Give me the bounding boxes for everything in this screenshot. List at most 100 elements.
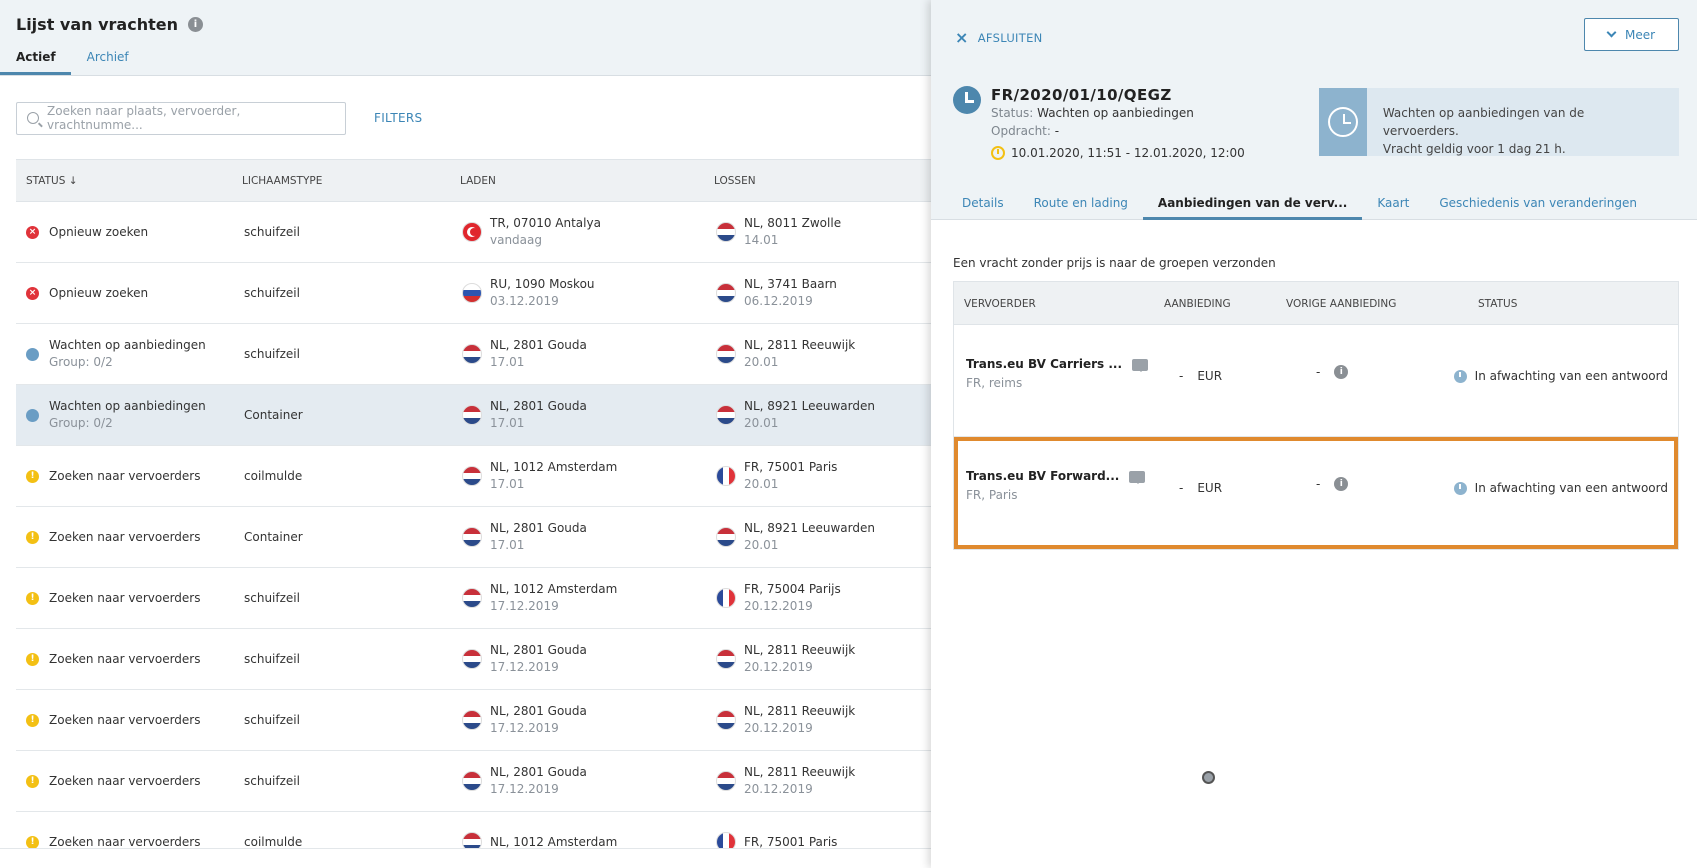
warning-icon: ! xyxy=(26,713,39,727)
more-button[interactable]: Meer xyxy=(1584,18,1679,51)
panel-header: × AFSLUITEN Meer FR/2020/01/10/QEGZ Stat… xyxy=(931,0,1697,220)
panel-tab-3[interactable]: Kaart xyxy=(1362,188,1424,220)
status-text: Wachten op aanbiedingen xyxy=(49,338,206,352)
unloading-date: 20.01 xyxy=(744,355,779,369)
body-type-cell: coilmulde xyxy=(244,469,303,483)
column-status[interactable]: STATUS ↓ xyxy=(26,175,78,187)
fr-flag-icon xyxy=(716,466,736,486)
table-row[interactable]: Wachten op aanbiedingen Group: 0/2 schui… xyxy=(16,324,931,385)
status-cell: ! Zoeken naar vervoerders xyxy=(26,690,200,750)
panel-tab-4[interactable]: Geschiedenis van veranderingen xyxy=(1424,188,1652,220)
previous-offer-value: - xyxy=(1316,477,1321,491)
loading-place: NL, 2801 Gouda xyxy=(490,521,587,535)
offers-header: VERVOERDER AANBIEDING VORIGE AANBIEDING … xyxy=(954,282,1678,325)
unloading-cell: NL, 8921 Leeuwarden 20.01 xyxy=(716,385,875,445)
offer-status: In afwachting van een antwoord xyxy=(1453,369,1668,383)
notice-icon-box xyxy=(1319,88,1367,156)
unloading-place: NL, 3741 Baarn xyxy=(744,277,837,291)
status-cell: ! Zoeken naar vervoerders xyxy=(26,568,200,628)
filters-button[interactable]: FILTERS xyxy=(374,111,422,125)
status-cell: ! Zoeken naar vervoerders xyxy=(26,751,200,811)
chat-icon[interactable] xyxy=(1132,358,1149,372)
table-row[interactable]: ! Zoeken naar vervoerders schuifzeil NL,… xyxy=(16,690,931,751)
offer-status: In afwachting van een antwoord xyxy=(1453,481,1668,495)
body-type-cell: schuifzeil xyxy=(244,225,300,239)
unloading-cell: NL, 3741 Baarn 06.12.2019 xyxy=(716,263,837,323)
close-button[interactable]: × AFSLUITEN xyxy=(955,28,1043,47)
list-footer xyxy=(0,848,931,868)
offer-row[interactable]: Trans.eu BV Carriers ... FR, reims - EUR… xyxy=(954,325,1678,437)
unloading-date: 20.01 xyxy=(744,477,779,491)
warning-icon: ! xyxy=(26,469,39,483)
unloading-place: FR, 75004 Parijs xyxy=(744,582,841,596)
column-loading: LADEN xyxy=(460,175,496,187)
status-cell: ! Zoeken naar vervoerders xyxy=(26,629,200,689)
clock-icon xyxy=(1453,369,1467,383)
tab-archive[interactable]: Archief xyxy=(71,50,145,75)
nl-flag-icon xyxy=(716,222,736,242)
panel-tab-1[interactable]: Route en lading xyxy=(1019,188,1143,220)
table-row[interactable]: ! Zoeken naar vervoerders coilmulde NL, … xyxy=(16,446,931,507)
loading-place: NL, 2801 Gouda xyxy=(490,765,587,779)
carrier-name[interactable]: Trans.eu BV Carriers ... xyxy=(966,355,1122,374)
tab-active[interactable]: Actief xyxy=(0,50,71,75)
cargo-status: Status: Wachten op aanbiedingen xyxy=(991,106,1194,120)
loading-date: vandaag xyxy=(490,233,543,247)
table-row[interactable]: ! Zoeken naar vervoerders schuifzeil NL,… xyxy=(16,568,931,629)
table-row[interactable]: Wachten op aanbiedingen Group: 0/2 Conta… xyxy=(16,385,931,446)
search-icon xyxy=(27,112,39,124)
nl-flag-icon xyxy=(462,405,482,425)
notice-line-1: Wachten op aanbiedingen van de vervoerde… xyxy=(1382,106,1585,138)
info-icon[interactable]: i xyxy=(187,16,203,32)
body-type-cell: schuifzeil xyxy=(244,591,300,605)
unloading-place: NL, 8921 Leeuwarden xyxy=(744,399,875,413)
loading-place: TR, 07010 Antalya xyxy=(490,216,601,230)
carrier-location: FR, Paris xyxy=(966,488,1018,502)
unloading-cell: NL, 2811 Reeuwijk 20.12.2019 xyxy=(716,690,855,750)
panel-tab-2[interactable]: Aanbiedingen van de verv... xyxy=(1142,188,1363,220)
status-text: Zoeken naar vervoerders xyxy=(49,468,201,483)
offer-status-text: In afwachting van een antwoord xyxy=(1474,369,1668,383)
loading-date: 03.12.2019 xyxy=(490,294,559,308)
loading-cell: NL, 2801 Gouda 17.12.2019 xyxy=(462,751,587,811)
loading-cell: TR, 07010 Antalya vandaag xyxy=(462,202,601,262)
previous-offer-cell: - i xyxy=(1316,365,1349,379)
loading-place: NL, 2801 Gouda xyxy=(490,338,587,352)
loading-place: RU, 1090 Moskou xyxy=(490,277,595,291)
offers-section: Een vracht zonder prijs is naar de groep… xyxy=(953,220,1679,550)
table-row[interactable]: × Opnieuw zoeken schuifzeil TR, 07010 An… xyxy=(16,202,931,263)
unloading-place: NL, 8011 Zwolle xyxy=(744,216,842,230)
table-header: STATUS ↓ LICHAAMSTYPE LADEN LOSSEN xyxy=(16,159,931,202)
offer-row[interactable]: Trans.eu BV Forward... FR, Paris - EUR -… xyxy=(954,437,1678,549)
column-offer: AANBIEDING xyxy=(1164,298,1231,310)
search-placeholder: Zoeken naar plaats, vervoerder, vrachtnu… xyxy=(47,104,241,132)
info-icon[interactable]: i xyxy=(1334,477,1349,491)
unloading-date: 20.01 xyxy=(744,416,779,430)
unloading-cell: FR, 75004 Parijs 20.12.2019 xyxy=(716,568,841,628)
loading-cell: RU, 1090 Moskou 03.12.2019 xyxy=(462,263,595,323)
clock-icon xyxy=(1453,481,1467,495)
close-icon: × xyxy=(955,28,969,47)
info-icon[interactable]: i xyxy=(1334,365,1349,379)
table-row[interactable]: ! Zoeken naar vervoerders schuifzeil NL,… xyxy=(16,751,931,812)
carrier-name[interactable]: Trans.eu BV Forward... xyxy=(966,467,1119,486)
loading-date: 17.01 xyxy=(490,538,525,552)
chat-icon[interactable] xyxy=(1129,470,1146,484)
nl-flag-icon xyxy=(462,649,482,669)
search-input[interactable]: Zoeken naar plaats, vervoerder, vrachtnu… xyxy=(16,101,346,135)
panel-tabs: Details Route en lading Aanbiedingen van d… xyxy=(947,188,1652,220)
nl-flag-icon xyxy=(716,283,736,303)
column-previous-offer: VORIGE AANBIEDING xyxy=(1286,298,1397,310)
table-row[interactable]: × Opnieuw zoeken schuifzeil RU, 1090 Mos… xyxy=(16,263,931,324)
offers-table: VERVOERDER AANBIEDING VORIGE AANBIEDING … xyxy=(953,281,1679,550)
unloading-cell: NL, 2811 Reeuwijk 20.01 xyxy=(716,324,855,384)
list-tabs: Actief Archief xyxy=(0,50,915,75)
table-row[interactable]: ! Zoeken naar vervoerders Container NL, … xyxy=(16,507,931,568)
loading-place: NL, 2801 Gouda xyxy=(490,704,587,718)
offer-cell: - EUR xyxy=(1179,369,1222,383)
unloading-date: 20.01 xyxy=(744,538,779,552)
table-row[interactable]: ! Zoeken naar vervoerders schuifzeil NL,… xyxy=(16,629,931,690)
fr-flag-icon xyxy=(716,588,736,608)
loading-place: NL, 2801 Gouda xyxy=(490,399,587,413)
panel-tab-0[interactable]: Details xyxy=(947,188,1019,220)
